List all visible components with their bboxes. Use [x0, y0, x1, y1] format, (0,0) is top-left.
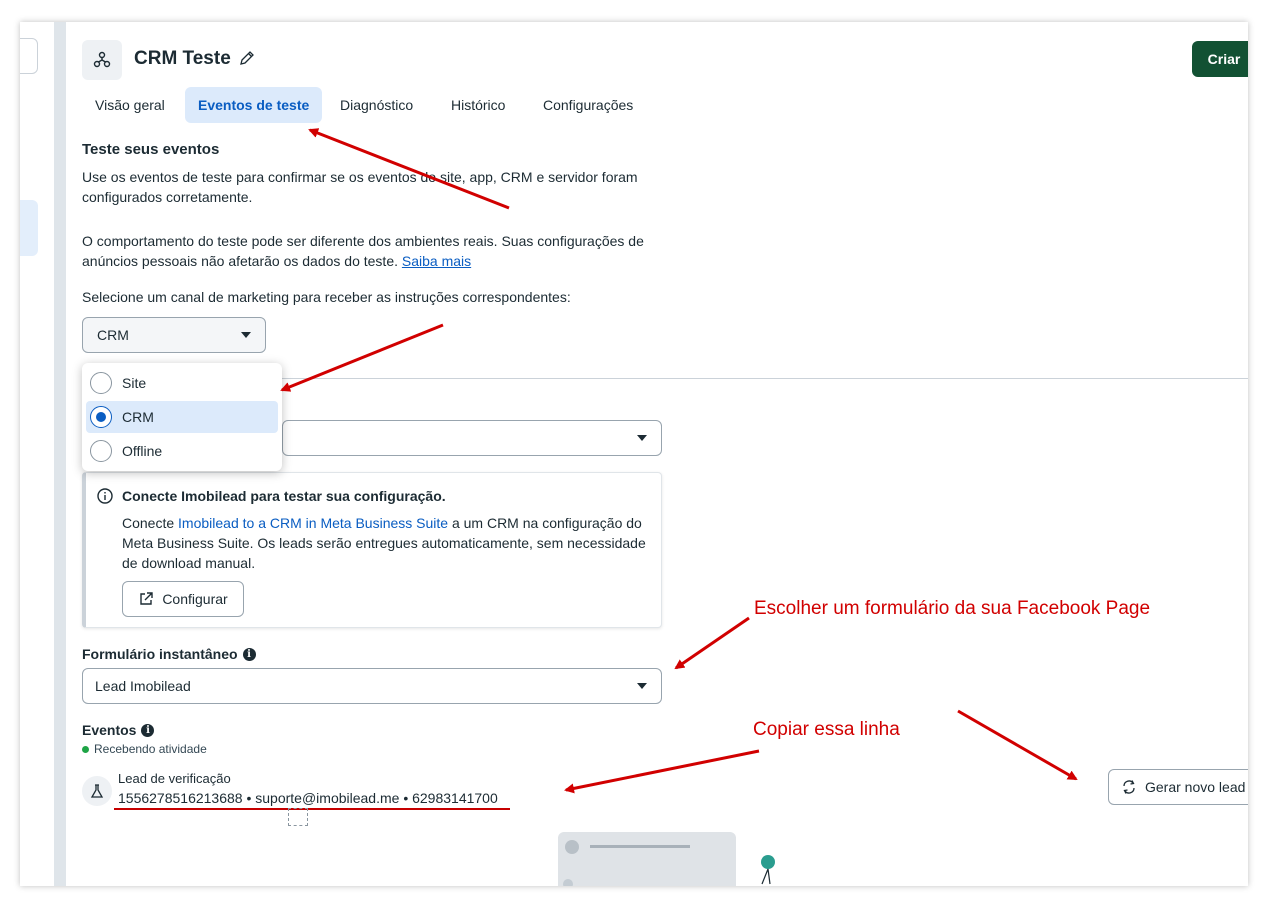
refresh-icon — [1123, 780, 1135, 794]
crm-link[interactable]: Imobilead to a CRM in Meta Business Suit… — [178, 515, 448, 531]
instant-form-value: Lead Imobilead — [95, 678, 191, 694]
disclaimer-text: O comportamento do teste pode ser difere… — [82, 233, 644, 269]
events-label: Eventos — [82, 722, 137, 738]
channel-option-offline[interactable]: Offline — [86, 435, 278, 467]
connect-info-box: Conecte Imobilead para testar sua config… — [82, 472, 662, 628]
chevron-down-icon — [241, 332, 251, 338]
event-details-line[interactable]: 1556278516213688 • suporte@imobilead.me … — [118, 790, 498, 806]
left-sidebar — [20, 22, 54, 886]
status-dot-icon — [82, 745, 89, 753]
tab-overview[interactable]: Visão geral — [82, 87, 178, 123]
secondary-select[interactable] — [282, 420, 662, 456]
selection-cursor-box — [288, 808, 308, 826]
annotation-form-note: Escolher um formulário da sua Facebook P… — [754, 598, 1151, 619]
events-label-row: Eventos i — [82, 722, 155, 738]
instant-form-select[interactable]: Lead Imobilead — [82, 668, 662, 704]
info-icon[interactable]: i — [141, 723, 155, 737]
app-window: CRM Teste Criar Visão geral Eventos de t… — [20, 22, 1248, 886]
divider — [266, 378, 1248, 379]
radio-checked-icon — [90, 406, 112, 428]
generate-new-lead-button[interactable]: Gerar novo lead — [1108, 769, 1248, 805]
instant-form-label: Formulário instantâneo — [82, 646, 238, 662]
radio-unchecked-icon — [90, 372, 112, 394]
page-title: CRM Teste — [134, 48, 231, 69]
radio-unchecked-icon — [90, 440, 112, 462]
section-heading: Teste seus eventos — [82, 141, 220, 158]
channel-option-crm[interactable]: CRM — [86, 401, 278, 433]
channel-option-site[interactable]: Site — [86, 367, 278, 399]
instant-form-label-row: Formulário instantâneo i — [82, 646, 256, 662]
event-name: Lead de verificação — [118, 771, 231, 786]
chevron-down-icon — [637, 683, 647, 689]
tab-diagnostics[interactable]: Diagnóstico — [327, 87, 426, 123]
channel-prompt: Selecione um canal de marketing para rec… — [82, 289, 571, 305]
activity-status-text: Recebendo atividade — [94, 742, 207, 756]
dataset-icon — [82, 40, 122, 80]
info-box-title: Conecte Imobilead para testar sua config… — [122, 488, 446, 504]
tab-settings[interactable]: Configurações — [530, 87, 646, 123]
edit-pencil-icon[interactable] — [238, 49, 256, 72]
illustration-node-icon — [761, 855, 775, 885]
configure-button[interactable]: Configurar — [122, 581, 244, 617]
channel-option-label: CRM — [122, 409, 154, 425]
info-box-text: Conecte Imobilead to a CRM in Meta Busin… — [122, 513, 652, 573]
configure-button-label: Configurar — [162, 591, 228, 607]
info-icon — [97, 488, 113, 504]
chevron-down-icon — [637, 435, 647, 441]
annotation-copy-note: Copiar essa linha — [753, 719, 900, 740]
create-button[interactable]: Criar — [1192, 41, 1248, 77]
channel-option-label: Offline — [122, 443, 163, 459]
sidebar-divider — [54, 22, 66, 886]
sidebar-search-input[interactable] — [20, 38, 38, 74]
intro-paragraph: Use os eventos de teste para confirmar s… — [82, 169, 638, 205]
illustration — [558, 832, 736, 886]
info-box-title-row: Conecte Imobilead para testar sua config… — [96, 487, 446, 505]
channel-select-value: CRM — [97, 327, 129, 343]
channel-option-label: Site — [122, 375, 147, 391]
tab-history[interactable]: Histórico — [438, 87, 518, 123]
activity-status: Recebendo atividade — [82, 742, 207, 756]
annotation-underline — [114, 808, 510, 810]
disclaimer-paragraph: O comportamento do teste pode ser difere… — [82, 231, 672, 271]
channel-select[interactable]: CRM — [82, 317, 266, 353]
sidebar-selected-item[interactable] — [20, 200, 38, 256]
generate-new-lead-label: Gerar novo lead — [1145, 779, 1246, 795]
connection-nodes-icon — [93, 51, 111, 68]
tab-test-events[interactable]: Eventos de teste — [185, 87, 323, 123]
channel-dropdown-menu: Site CRM Offline — [82, 363, 282, 471]
info-icon[interactable]: i — [242, 647, 256, 661]
info-text-before: Conecte — [122, 515, 179, 531]
flask-icon — [82, 776, 112, 806]
external-link-icon — [140, 592, 154, 605]
learn-more-link[interactable]: Saiba mais — [402, 253, 471, 269]
